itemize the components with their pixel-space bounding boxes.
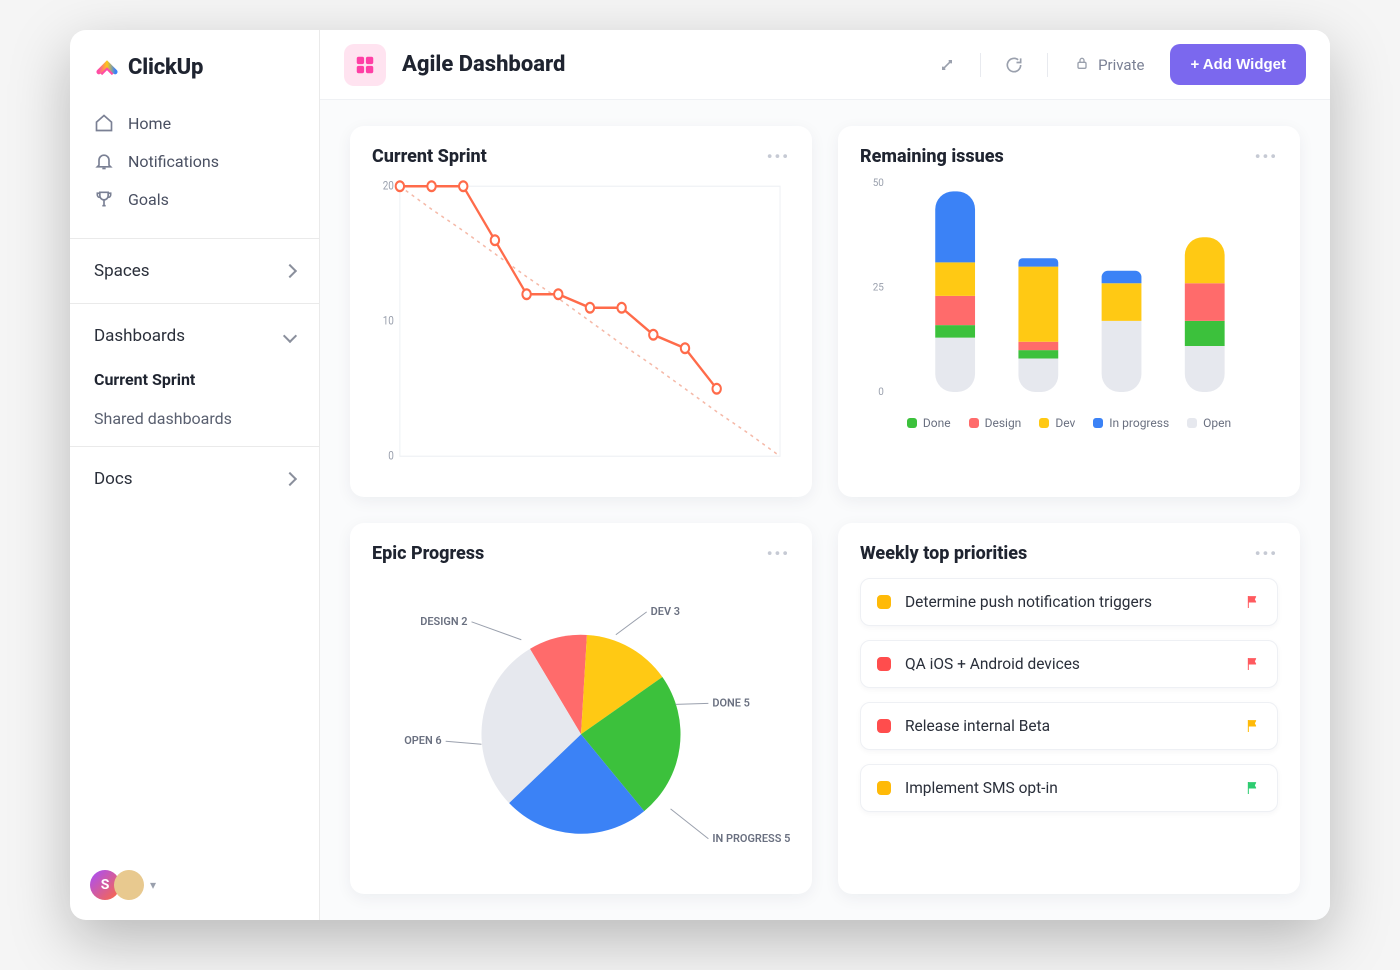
legend-item[interactable]: Done — [907, 416, 951, 430]
legend-swatch — [1187, 418, 1197, 428]
priority-list: Determine push notification triggers QA … — [860, 574, 1278, 812]
svg-text:IN PROGRESS 5: IN PROGRESS 5 — [712, 831, 790, 844]
sprint-burndown-chart: 0 10 20 — [372, 177, 790, 477]
priority-item[interactable]: QA iOS + Android devices — [860, 640, 1278, 688]
priority-item[interactable]: Determine push notification triggers — [860, 578, 1278, 626]
section-label: Spaces — [94, 261, 150, 281]
status-square-icon — [877, 657, 891, 671]
svg-text:50: 50 — [873, 178, 885, 189]
legend-item[interactable]: Dev — [1039, 416, 1075, 430]
sidebar-item-notifications[interactable]: Notifications — [70, 142, 319, 180]
flag-icon — [1245, 718, 1261, 734]
card-menu-button[interactable]: ••• — [767, 544, 790, 563]
card-menu-button[interactable]: ••• — [1255, 147, 1278, 166]
brand-name: ClickUp — [128, 55, 203, 80]
card-menu-button[interactable]: ••• — [1255, 544, 1278, 563]
chevron-right-icon — [283, 472, 297, 486]
epic-progress-chart: DESIGN 2 DEV 3 DONE 5 IN PROGRESS 5 OPEN 6 — [372, 574, 790, 874]
chart-legend: Done Design Dev In progress Open — [860, 410, 1278, 430]
card-title: Epic Progress — [372, 543, 484, 564]
section-label: Docs — [94, 469, 133, 489]
legend-item[interactable]: Design — [969, 416, 1022, 430]
legend-label: Done — [923, 416, 951, 430]
legend-label: In progress — [1109, 416, 1169, 430]
sidebar-item-goals[interactable]: Goals — [70, 180, 319, 218]
avatar[interactable] — [114, 870, 144, 900]
sidebar-item-shared-dashboards[interactable]: Shared dashboards — [70, 399, 319, 438]
brand-logo[interactable]: ClickUp — [70, 50, 319, 98]
legend-label: Open — [1203, 416, 1231, 430]
trophy-icon — [94, 189, 114, 209]
flag-icon — [1245, 780, 1261, 796]
svg-text:0: 0 — [388, 449, 394, 463]
card-remaining-issues: Remaining issues ••• 0 25 50 Done Design Dev… — [838, 126, 1300, 497]
sidebar: ClickUp Home Notifications Goals Spaces … — [70, 30, 320, 920]
sidebar-item-label: Home — [128, 114, 171, 133]
bell-icon — [94, 151, 114, 171]
priority-text: Implement SMS opt-in — [905, 779, 1231, 797]
clickup-logo-icon — [94, 54, 120, 80]
content-grid: Current Sprint ••• 0 10 20 Remaining issue… — [320, 100, 1330, 920]
card-title: Weekly top priorities — [860, 543, 1027, 564]
refresh-button[interactable] — [997, 48, 1031, 82]
lock-icon — [1074, 55, 1090, 75]
sidebar-nav: Home Notifications Goals — [70, 98, 319, 230]
sidebar-section-docs[interactable]: Docs — [70, 455, 319, 503]
svg-text:OPEN 6: OPEN 6 — [404, 734, 441, 747]
legend-swatch — [969, 418, 979, 428]
legend-swatch — [1039, 418, 1049, 428]
privacy-toggle[interactable]: Private — [1064, 55, 1154, 75]
sidebar-section-dashboards[interactable]: Dashboards — [70, 312, 319, 360]
card-current-sprint: Current Sprint ••• 0 10 20 — [350, 126, 812, 497]
topbar: Agile Dashboard Private + Add Widget — [320, 30, 1330, 100]
chevron-right-icon — [283, 264, 297, 278]
expand-button[interactable] — [930, 48, 964, 82]
priority-item[interactable]: Release internal Beta — [860, 702, 1278, 750]
main: Agile Dashboard Private + Add Widget Cur… — [320, 30, 1330, 920]
priority-text: Determine push notification triggers — [905, 593, 1231, 611]
svg-text:0: 0 — [878, 387, 884, 398]
flag-icon — [1245, 656, 1261, 672]
chevron-down-icon — [283, 329, 297, 343]
flag-icon — [1245, 594, 1261, 610]
legend-label: Dev — [1055, 416, 1075, 430]
sidebar-section-spaces[interactable]: Spaces — [70, 247, 319, 295]
section-label: Dashboards — [94, 326, 185, 346]
priority-item[interactable]: Implement SMS opt-in — [860, 764, 1278, 812]
add-widget-button[interactable]: + Add Widget — [1170, 44, 1306, 85]
sidebar-item-label: Goals — [128, 190, 169, 209]
legend-item[interactable]: Open — [1187, 416, 1231, 430]
svg-text:DEV 3: DEV 3 — [651, 605, 680, 618]
card-title: Remaining issues — [860, 146, 1004, 167]
priority-text: QA iOS + Android devices — [905, 655, 1231, 673]
card-priorities: Weekly top priorities ••• Determine push… — [838, 523, 1300, 894]
user-avatars[interactable]: S ▾ — [70, 870, 319, 908]
sidebar-item-home[interactable]: Home — [70, 104, 319, 142]
legend-label: Design — [985, 416, 1022, 430]
legend-item[interactable]: In progress — [1093, 416, 1169, 430]
card-menu-button[interactable]: ••• — [767, 147, 790, 166]
caret-down-icon: ▾ — [150, 878, 156, 892]
card-title: Current Sprint — [372, 146, 487, 167]
status-square-icon — [877, 781, 891, 795]
legend-swatch — [907, 418, 917, 428]
privacy-label: Private — [1098, 56, 1144, 74]
home-icon — [94, 113, 114, 133]
svg-text:10: 10 — [383, 314, 394, 328]
svg-text:DONE 5: DONE 5 — [712, 696, 750, 709]
remaining-issues-chart: 0 25 50 Done Design Dev In progress Open — [860, 177, 1278, 477]
svg-text:25: 25 — [873, 282, 885, 293]
card-epic-progress: Epic Progress ••• DESIGN 2 DEV 3 DONE 5 IN … — [350, 523, 812, 894]
legend-swatch — [1093, 418, 1103, 428]
svg-text:DESIGN 2: DESIGN 2 — [420, 614, 467, 627]
status-square-icon — [877, 595, 891, 609]
dashboard-chip-icon — [344, 44, 386, 86]
status-square-icon — [877, 719, 891, 733]
page-title: Agile Dashboard — [402, 52, 565, 77]
sidebar-item-current-sprint[interactable]: Current Sprint — [70, 360, 319, 399]
sidebar-item-label: Notifications — [128, 152, 219, 171]
priority-text: Release internal Beta — [905, 717, 1231, 735]
svg-text:20: 20 — [383, 179, 394, 193]
